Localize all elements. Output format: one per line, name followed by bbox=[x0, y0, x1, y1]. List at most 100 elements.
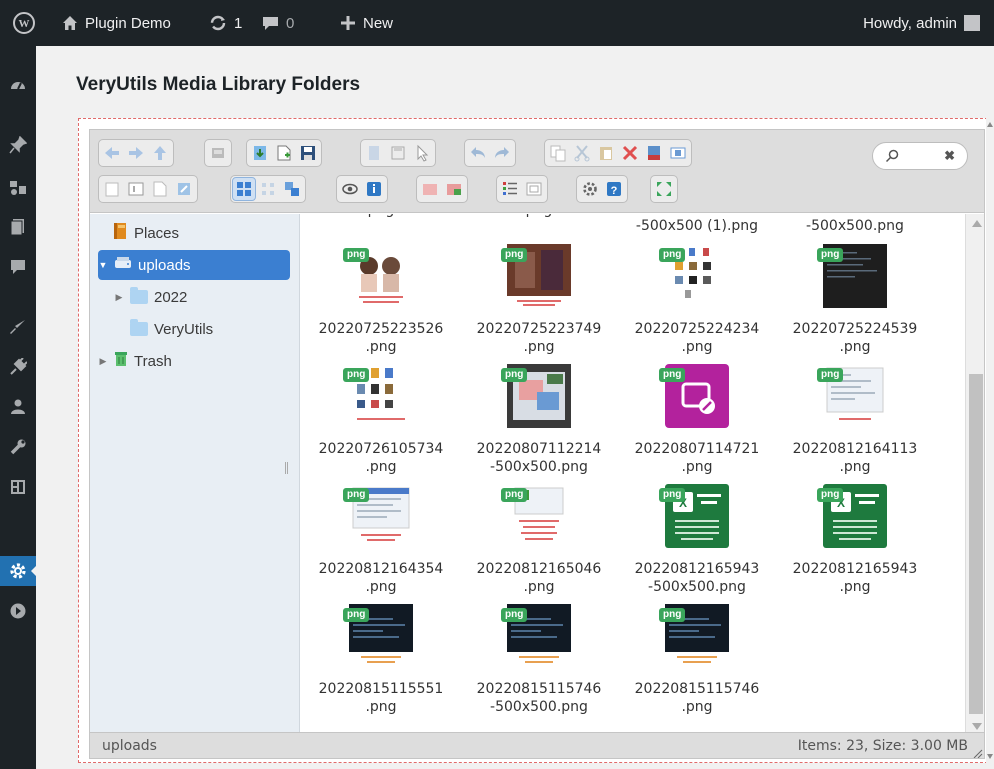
view-icons-icon[interactable] bbox=[232, 177, 256, 201]
file-thumbnail[interactable]: Xpng bbox=[817, 484, 887, 548]
save-icon[interactable] bbox=[297, 142, 319, 164]
file-item[interactable]: png 20220807114721 .png bbox=[618, 364, 776, 480]
file-name[interactable]: 20220726105734 .png bbox=[302, 440, 460, 476]
pages-icon[interactable] bbox=[0, 212, 36, 242]
file-thumbnail[interactable]: png bbox=[343, 244, 413, 308]
file-thumbnail[interactable]: Xpng bbox=[659, 484, 729, 548]
file-name[interactable]: 20220815115746 .png bbox=[618, 680, 776, 716]
resize-icon[interactable] bbox=[173, 178, 195, 200]
sort-list-icon[interactable] bbox=[499, 178, 521, 200]
file-name[interactable]: 20220725224234 .png bbox=[618, 320, 776, 356]
file-item[interactable]: png 20220812164113 .png bbox=[776, 364, 934, 480]
file-name[interactable]: 20220807114721 .png bbox=[618, 440, 776, 476]
file-thumbnail[interactable]: png bbox=[343, 364, 413, 428]
file-name[interactable]: 20220807112214 -500x500.png bbox=[460, 440, 618, 476]
pin-icon[interactable] bbox=[0, 130, 36, 160]
file-thumbnail[interactable]: png bbox=[501, 364, 571, 428]
help-icon[interactable]: ? bbox=[603, 178, 625, 200]
file-thumbnail[interactable]: png bbox=[817, 244, 887, 308]
copy-icon[interactable] bbox=[547, 142, 569, 164]
file-thumbnail[interactable]: png bbox=[343, 604, 413, 668]
plugins-icon[interactable] bbox=[0, 352, 36, 382]
file-thumbnail[interactable]: png bbox=[659, 244, 729, 308]
open-file-icon[interactable] bbox=[387, 142, 409, 164]
file-item[interactable]: png 20220815115746 -500x500.png bbox=[460, 604, 618, 720]
file-item[interactable]: png 20220807112214 -500x500.png bbox=[460, 364, 618, 480]
tree-trash[interactable]: ▶ Trash bbox=[98, 346, 172, 376]
tree-uploads[interactable]: ▼ uploads bbox=[98, 250, 290, 280]
info-icon[interactable] bbox=[363, 178, 385, 200]
quicklook-eye-icon[interactable] bbox=[339, 178, 361, 200]
tree-places[interactable]: Places bbox=[112, 218, 179, 248]
file-thumbnail[interactable]: png bbox=[501, 244, 571, 308]
wordpress-logo-icon[interactable]: W bbox=[0, 0, 48, 46]
comments-link[interactable]: 0 bbox=[262, 0, 294, 46]
clear-search-icon[interactable]: ✖ bbox=[944, 148, 955, 164]
page-scrollbar[interactable] bbox=[986, 118, 994, 763]
file-name[interactable]: 20220812165046 .png bbox=[460, 560, 618, 596]
file-thumbnail[interactable]: png bbox=[343, 484, 413, 548]
forward-icon[interactable] bbox=[125, 142, 147, 164]
view-small-icons-icon[interactable] bbox=[257, 178, 279, 200]
select-pointer-icon[interactable] bbox=[411, 142, 433, 164]
fullscreen-icon[interactable] bbox=[653, 178, 675, 200]
preferences-gear-icon[interactable] bbox=[579, 178, 601, 200]
media-icon[interactable] bbox=[0, 172, 36, 202]
new-file-icon[interactable] bbox=[273, 142, 295, 164]
file-item[interactable]: png 20220812165046 .png bbox=[460, 484, 618, 600]
scroll-thumb[interactable] bbox=[969, 374, 983, 714]
archive-icon[interactable] bbox=[443, 178, 465, 200]
undo-icon[interactable] bbox=[467, 142, 489, 164]
file-item[interactable]: Xpng 20220812165943 -500x500.png bbox=[618, 484, 776, 600]
site-name-link[interactable]: Plugin Demo bbox=[62, 0, 171, 46]
empty-icon[interactable] bbox=[643, 142, 665, 164]
cut-icon[interactable] bbox=[571, 142, 593, 164]
delete-icon[interactable] bbox=[619, 142, 641, 164]
selectall-icon[interactable] bbox=[523, 178, 545, 200]
expand-arrow-icon[interactable]: ▼ bbox=[98, 260, 108, 270]
collapsed-arrow-icon[interactable]: ▶ bbox=[114, 292, 124, 303]
file-item[interactable]: png 20220725223749 .png bbox=[460, 244, 618, 360]
file-thumbnail[interactable]: png bbox=[501, 604, 571, 668]
navbar-resize-handle[interactable] bbox=[285, 462, 288, 474]
file-thumbnail[interactable]: png bbox=[659, 364, 729, 428]
tools-icon[interactable] bbox=[0, 432, 36, 462]
file-name[interactable]: 20220812164113 .png bbox=[776, 440, 934, 476]
file-name[interactable]: 20220812165943 -500x500.png bbox=[618, 560, 776, 596]
file-name[interactable]: 20220725223749 .png bbox=[460, 320, 618, 356]
scroll-down-icon[interactable] bbox=[972, 723, 982, 730]
file-item[interactable]: png 20220726105734 .png bbox=[302, 364, 460, 480]
dashboard-icon[interactable] bbox=[0, 70, 36, 100]
duplicate-icon[interactable] bbox=[101, 178, 123, 200]
up-icon[interactable] bbox=[149, 142, 171, 164]
back-icon[interactable] bbox=[101, 142, 123, 164]
file-name[interactable]: 20220725223526 .png bbox=[302, 320, 460, 356]
file-thumbnail[interactable]: png bbox=[817, 364, 887, 428]
rename-icon[interactable] bbox=[125, 178, 147, 200]
info-file-icon[interactable] bbox=[363, 142, 385, 164]
file-name[interactable]: 20220725224539 .png bbox=[776, 320, 934, 356]
new-content-link[interactable]: New bbox=[340, 0, 393, 46]
appearance-icon[interactable] bbox=[0, 312, 36, 342]
download-icon[interactable] bbox=[249, 142, 271, 164]
view-tiles-icon[interactable] bbox=[281, 178, 303, 200]
collapse-menu-icon[interactable] bbox=[0, 596, 36, 626]
settings-gear-icon[interactable] bbox=[0, 556, 37, 586]
search-box[interactable]: ✖ bbox=[872, 142, 968, 170]
file-name[interactable]: 20220815115746 -500x500.png bbox=[460, 680, 618, 716]
home-drive-icon[interactable] bbox=[207, 142, 229, 164]
file-name[interactable]: 20220815115551 .png bbox=[302, 680, 460, 716]
file-item[interactable]: png 20220812164354 .png bbox=[302, 484, 460, 600]
collapsed-arrow-icon[interactable]: ▶ bbox=[98, 356, 108, 367]
settings-panel-icon[interactable] bbox=[0, 472, 36, 502]
edit-file-icon[interactable] bbox=[149, 178, 171, 200]
tree-veryutils[interactable]: VeryUtils bbox=[130, 314, 213, 344]
updates-link[interactable]: 1 bbox=[209, 0, 242, 46]
comments-menu-icon[interactable] bbox=[0, 252, 36, 282]
hide-icon[interactable] bbox=[667, 142, 689, 164]
redo-icon[interactable] bbox=[491, 142, 513, 164]
file-item[interactable]: png 20220725224234 .png bbox=[618, 244, 776, 360]
file-item[interactable]: png 20220815115746 .png bbox=[618, 604, 776, 720]
resize-grip-icon[interactable] bbox=[973, 747, 983, 758]
tree-2022[interactable]: ▶ 2022 bbox=[114, 282, 187, 312]
